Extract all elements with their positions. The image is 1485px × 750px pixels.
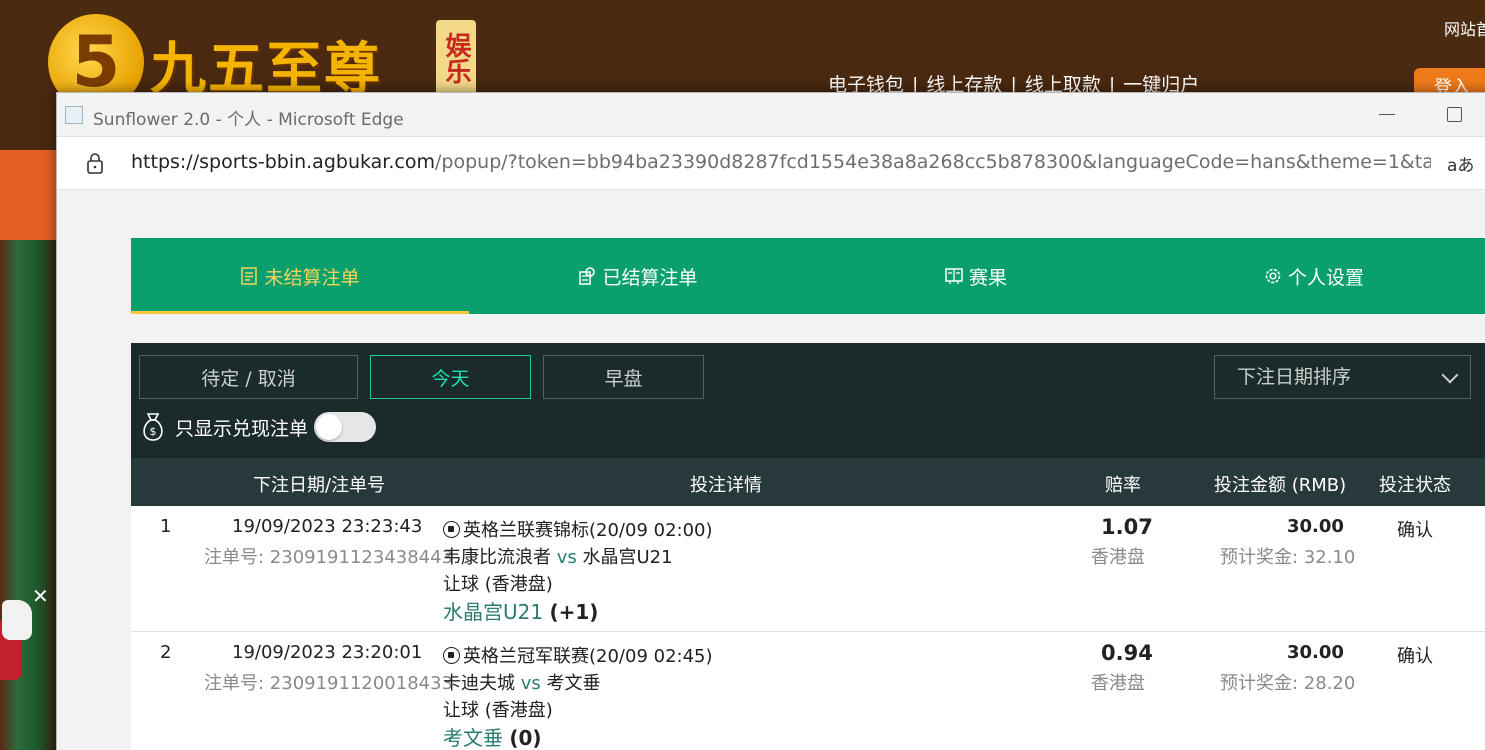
market-type: 让球 (香港盘) (443, 700, 553, 721)
row-index: 1 (160, 516, 172, 537)
tab-label: 已结算注单 (602, 266, 698, 289)
column-header-status: 投注状态 (1379, 475, 1451, 496)
read-aloud-icon[interactable]: aあ (1447, 151, 1474, 176)
selection-team: 考文垂 (443, 726, 503, 750)
column-header-odds: 赔率 (1105, 475, 1141, 496)
edge-popup-window: Sunflower 2.0 - 个人 - Microsoft Edge http… (56, 92, 1485, 750)
lock-icon[interactable] (85, 151, 105, 175)
column-header-date-id: 下注日期/注单号 (253, 475, 386, 496)
cashout-filter-label: 只显示兑现注单 (175, 417, 309, 440)
selection-line: 水晶宫U21 (+1) (443, 596, 598, 625)
bet-status: 确认 (1397, 520, 1433, 541)
cashout-filter-row: $ 只显示兑现注单 (139, 409, 377, 445)
minimize-button[interactable] (1369, 103, 1405, 127)
tab-results[interactable]: 赛果 (807, 238, 1145, 314)
estimated-payout: 预计奖金: 32.10 (1220, 547, 1356, 568)
home-team: 卡迪夫城 (443, 673, 515, 694)
row-index: 2 (160, 642, 172, 663)
tab-bar: 未结算注单 已结算注单 赛果 个人设置 (131, 238, 1485, 314)
toggle-knob (316, 414, 343, 440)
cashout-only-toggle[interactable] (314, 412, 377, 442)
column-header-details: 投注详情 (690, 475, 762, 496)
away-team: 考文垂 (546, 673, 601, 694)
stake-amount: 30.00 (1287, 642, 1344, 663)
sort-selected-value: 下注日期排序 (1237, 366, 1352, 388)
url-path: /popup/?token=bb94ba23390d8287fcd1554e38… (435, 151, 1431, 173)
tab-unsettled-bets[interactable]: 未结算注单 (131, 238, 469, 314)
page-content: 未结算注单 已结算注单 赛果 个人设置 待定 / 取消 今天 早盘 下注日期排序… (57, 190, 1485, 750)
odds-type: 香港盘 (1091, 673, 1145, 694)
home-team: 韦康比流浪者 (443, 547, 551, 568)
handicap-value: (+1) (549, 600, 599, 624)
matchup: 卡迪夫城 vs 考文垂 (443, 669, 601, 695)
table-header: 下注日期/注单号 投注详情 赔率 投注金额 (RMB) 投注状态 (131, 458, 1485, 506)
window-titlebar[interactable]: Sunflower 2.0 - 个人 - Microsoft Edge (57, 93, 1485, 137)
soccer-ball-icon (443, 521, 460, 538)
filter-pending-cancel-button[interactable]: 待定 / 取消 (139, 355, 358, 399)
window-title: Sunflower 2.0 - 个人 - Microsoft Edge (93, 110, 404, 130)
ticket-number: 注单号: 2309191123438443 (204, 547, 454, 568)
odds-value: 1.07 (1101, 515, 1153, 539)
league-name: 英格兰联赛锦标(20/09 02:00) (463, 520, 713, 541)
selection-line: 考文垂 (0) (443, 722, 542, 750)
svg-text:$: $ (150, 425, 157, 438)
site-side-banner (0, 240, 60, 750)
matchup: 韦康比流浪者 vs 水晶宫U21 (443, 543, 673, 569)
address-bar[interactable]: https://sports-bbin.agbukar.com/popup/?t… (57, 137, 1485, 190)
table-row[interactable]: 2 19/09/2023 23:20:01 注单号: 2309191120018… (131, 632, 1485, 750)
chevron-down-icon (1441, 366, 1459, 384)
bet-datetime: 19/09/2023 23:23:43 (232, 516, 423, 537)
estimated-payout: 预计奖金: 28.20 (1220, 673, 1356, 694)
bet-status: 确认 (1397, 646, 1433, 667)
filter-today-button[interactable]: 今天 (370, 355, 531, 399)
vs-label: vs (556, 547, 577, 568)
league-name: 英格兰冠军联赛(20/09 02:45) (463, 646, 713, 667)
url-text[interactable]: https://sports-bbin.agbukar.com/popup/?t… (131, 151, 1431, 173)
money-bag-icon: $ (143, 413, 163, 441)
market-type: 让球 (香港盘) (443, 574, 553, 595)
coins-icon (579, 267, 596, 285)
vs-label: vs (520, 673, 541, 694)
selection-team: 水晶宫U21 (443, 600, 544, 624)
away-team: 水晶宫U21 (582, 547, 673, 568)
tab-settled-bets[interactable]: 已结算注单 (469, 238, 807, 314)
gear-icon (1265, 268, 1281, 284)
url-host: https://sports-bbin.agbukar.com (131, 151, 435, 173)
filter-bar: 待定 / 取消 今天 早盘 下注日期排序 $ 只显示兑现注单 (131, 343, 1485, 458)
receipt-icon (241, 267, 258, 285)
bet-datetime: 19/09/2023 23:20:01 (232, 642, 423, 663)
sort-dropdown[interactable]: 下注日期排序 (1214, 355, 1471, 399)
ticket-number: 注单号: 2309191120018433 (204, 673, 454, 694)
league-line: 英格兰联赛锦标(20/09 02:00) (443, 516, 713, 542)
close-icon[interactable]: ✕ (32, 584, 49, 608)
table-row[interactable]: 1 19/09/2023 23:23:43 注单号: 2309191123438… (131, 506, 1485, 632)
tab-label: 未结算注单 (264, 266, 360, 289)
maximize-button[interactable] (1437, 103, 1473, 127)
tab-label: 赛果 (968, 266, 1007, 289)
tab-personal-settings[interactable]: 个人设置 (1145, 238, 1483, 314)
pointer-hand-icon (2, 600, 32, 640)
stake-amount: 30.00 (1287, 516, 1344, 537)
bets-panel: 待定 / 取消 今天 早盘 下注日期排序 $ 只显示兑现注单 下注日期/注单号 … (131, 343, 1485, 750)
tab-label: 个人设置 (1287, 266, 1364, 289)
filter-early-button[interactable]: 早盘 (543, 355, 704, 399)
column-header-amount: 投注金额 (RMB) (1214, 475, 1347, 496)
soccer-ball-icon (443, 647, 460, 664)
league-line: 英格兰冠军联赛(20/09 02:45) (443, 642, 713, 668)
site-top-link[interactable]: 网站首 (1444, 16, 1485, 40)
odds-type: 香港盘 (1091, 547, 1145, 568)
handicap-value: (0) (509, 726, 542, 750)
odds-value: 0.94 (1101, 641, 1153, 665)
site-logo-badge: 娱乐 (436, 20, 476, 96)
scoreboard-icon (945, 268, 963, 284)
site-banner-strip (0, 150, 60, 240)
app-icon (65, 106, 83, 124)
